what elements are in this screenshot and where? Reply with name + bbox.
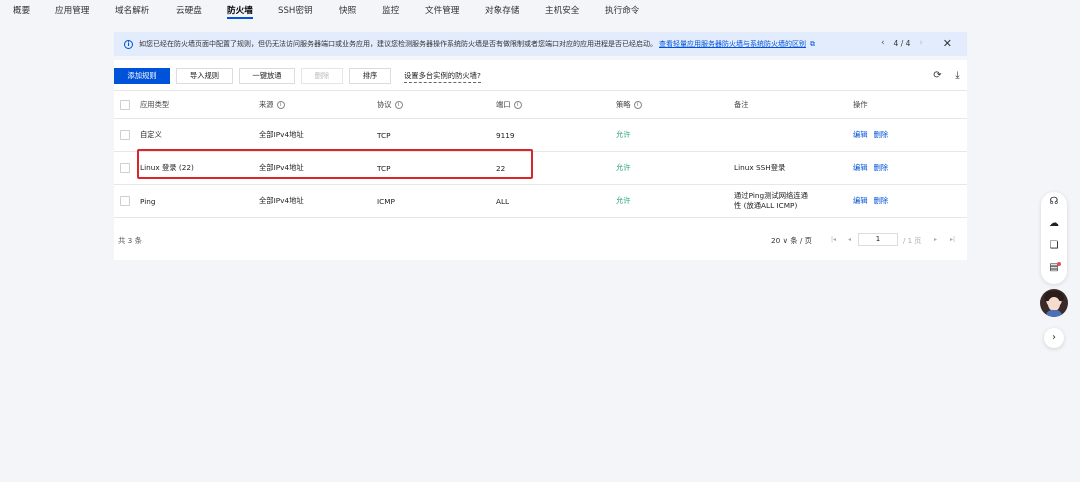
cell-port: 22	[496, 163, 506, 173]
delete-button[interactable]: 删除	[301, 68, 343, 84]
table-header: 应用类型 来源 i 协议 i 端口 i 策略 i 备注 操作	[114, 90, 967, 119]
edit-link[interactable]: 编辑	[853, 130, 868, 140]
help-icon[interactable]: i	[513, 100, 522, 109]
row-checkbox[interactable]	[120, 163, 130, 173]
delete-link[interactable]: 删除	[874, 163, 889, 173]
firewall-rules-card: 添加规则 导入规则 一键放通 删除 排序 设置多台实例的防火墙? ⟳ ⤓ 应用类…	[114, 60, 967, 260]
next-page-icon[interactable]: ▸	[929, 234, 942, 246]
header-protocol: 协议 i	[377, 91, 403, 118]
page-size-select[interactable]: 20 ∨ 条 / 页	[771, 236, 812, 246]
help-icon[interactable]: i	[276, 100, 285, 109]
header-note: 备注	[734, 99, 749, 109]
banner-link[interactable]: 查看轻量应用服务器防火墙与系统防火墙的区别	[659, 39, 806, 49]
headset-icon[interactable]: ☊	[1048, 196, 1060, 208]
cell-policy: 允许	[616, 163, 631, 172]
notification-dot	[1057, 262, 1061, 266]
banner-message: 如您已经在防火墙页面中配置了规则，但仍无法访问服务器端口或业务应用，建议您检测服…	[139, 40, 657, 48]
header-source: 来源 i	[259, 91, 285, 118]
edit-link[interactable]: 编辑	[853, 163, 868, 173]
header-ops: 操作	[853, 99, 868, 109]
info-icon: i	[124, 39, 133, 49]
page-number-input[interactable]: 1	[858, 233, 898, 246]
close-icon[interactable]: ✕	[943, 37, 952, 50]
tab-cloud-disk[interactable]: 云硬盘	[176, 4, 202, 16]
chevron-right-icon[interactable]: ›	[1044, 328, 1064, 348]
help-icon[interactable]: i	[633, 100, 642, 109]
cell-app-type: 自定义	[140, 130, 162, 139]
refresh-icon[interactable]: ⟳	[932, 70, 943, 81]
table-row: 自定义 全部IPv4地址 TCP 9119 允许 编辑 删除	[114, 119, 967, 152]
import-rule-button[interactable]: 导入规则	[176, 68, 233, 84]
cell-note: 通过Ping测试网络连通性 (放通ALL ICMP)	[734, 185, 814, 217]
cell-policy: 允许	[616, 130, 631, 139]
floating-toolbar: ☊ ☁ ❏ ▤	[1041, 192, 1067, 284]
pagination: 共 3 条 20 ∨ 条 / 页 |◂ ◂ 1 / 1 页 ▸ ▸|	[114, 229, 967, 251]
top-tabs: 概要 应用管理 域名解析 云硬盘 防火墙 SSH密钥 快照 监控 文件管理 对象…	[0, 0, 1080, 19]
tab-execute-command[interactable]: 执行命令	[605, 4, 639, 16]
tab-monitoring[interactable]: 监控	[382, 4, 399, 16]
header-policy: 策略 i	[616, 91, 642, 118]
multi-instance-firewall-link[interactable]: 设置多台实例的防火墙?	[404, 71, 481, 83]
cell-app-type: Ping	[140, 196, 156, 206]
toolbar: 添加规则 导入规则 一键放通 删除 排序 设置多台实例的防火墙? ⟳ ⤓	[114, 68, 967, 84]
cell-port: ALL	[496, 196, 510, 206]
tab-domain-dns[interactable]: 域名解析	[115, 4, 149, 16]
cell-source: 全部IPv4地址	[259, 130, 304, 139]
delete-link[interactable]: 删除	[874, 196, 889, 206]
chevron-right-icon[interactable]: ›	[919, 38, 923, 48]
sort-button[interactable]: 排序	[349, 68, 391, 84]
tab-ssh-keys[interactable]: SSH密钥	[278, 4, 313, 16]
total-count: 共 3 条	[118, 236, 142, 245]
cell-port: 9119	[496, 130, 515, 140]
prev-page-icon[interactable]: ◂	[843, 234, 856, 246]
info-banner: i 如您已经在防火墙页面中配置了规则，但仍无法访问服务器端口或业务应用，建议您检…	[114, 32, 967, 56]
cell-source: 全部IPv4地址	[259, 163, 304, 172]
header-port: 端口 i	[496, 91, 522, 118]
book-icon[interactable]: ❏	[1048, 240, 1060, 252]
add-rule-button[interactable]: 添加规则	[114, 68, 170, 84]
cell-ops: 编辑 删除	[853, 119, 894, 151]
tab-firewall[interactable]: 防火墙	[227, 4, 253, 19]
rules-table: 应用类型 来源 i 协议 i 端口 i 策略 i 备注 操作 自定义 全部IPv4地址 …	[114, 90, 967, 218]
banner-pager: ‹ 4 / 4 ›	[881, 38, 923, 48]
note-text: 通过Ping测试网络连通性 (放通ALL ICMP)	[734, 191, 808, 210]
banner-page-indicator: 4 / 4	[893, 38, 911, 48]
tab-app-management[interactable]: 应用管理	[55, 4, 89, 16]
cell-note: Linux SSH登录	[734, 163, 786, 172]
cell-protocol: ICMP	[377, 196, 395, 206]
tab-host-security[interactable]: 主机安全	[545, 4, 579, 16]
cell-ops: 编辑 删除	[853, 152, 894, 184]
assistant-avatar[interactable]	[1040, 289, 1068, 317]
tab-object-storage[interactable]: 对象存储	[485, 4, 519, 16]
cell-protocol: TCP	[377, 130, 391, 140]
edit-link[interactable]: 编辑	[853, 196, 868, 206]
select-all-checkbox[interactable]	[120, 99, 130, 110]
tab-file-management[interactable]: 文件管理	[425, 4, 459, 16]
last-page-icon[interactable]: ▸|	[946, 234, 959, 246]
cloud-icon[interactable]: ☁	[1048, 218, 1060, 230]
cell-ops: 编辑 删除	[853, 185, 894, 217]
delete-link[interactable]: 删除	[874, 130, 889, 140]
page-total: / 1 页	[903, 237, 922, 245]
tab-snapshots[interactable]: 快照	[339, 4, 356, 16]
cell-app-type: Linux 登录 (22)	[140, 163, 194, 172]
cell-policy: 允许	[616, 196, 631, 205]
header-app-type: 应用类型	[140, 99, 170, 109]
cell-source: 全部IPv4地址	[259, 196, 304, 205]
download-icon[interactable]: ⤓	[952, 70, 963, 81]
external-link-icon[interactable]: ⧉	[810, 40, 815, 49]
help-icon[interactable]: i	[394, 100, 403, 109]
tab-overview[interactable]: 概要	[13, 4, 30, 16]
chevron-left-icon[interactable]: ‹	[881, 38, 885, 48]
table-row: Ping 全部IPv4地址 ICMP ALL 允许 通过Ping测试网络连通性 …	[114, 185, 967, 218]
row-checkbox[interactable]	[120, 130, 130, 140]
table-row: Linux 登录 (22) 全部IPv4地址 TCP 22 允许 Linux S…	[114, 152, 967, 185]
row-checkbox[interactable]	[120, 196, 130, 206]
cell-protocol: TCP	[377, 163, 391, 173]
first-page-icon[interactable]: |◂	[827, 234, 840, 246]
one-click-allow-button[interactable]: 一键放通	[239, 68, 295, 84]
